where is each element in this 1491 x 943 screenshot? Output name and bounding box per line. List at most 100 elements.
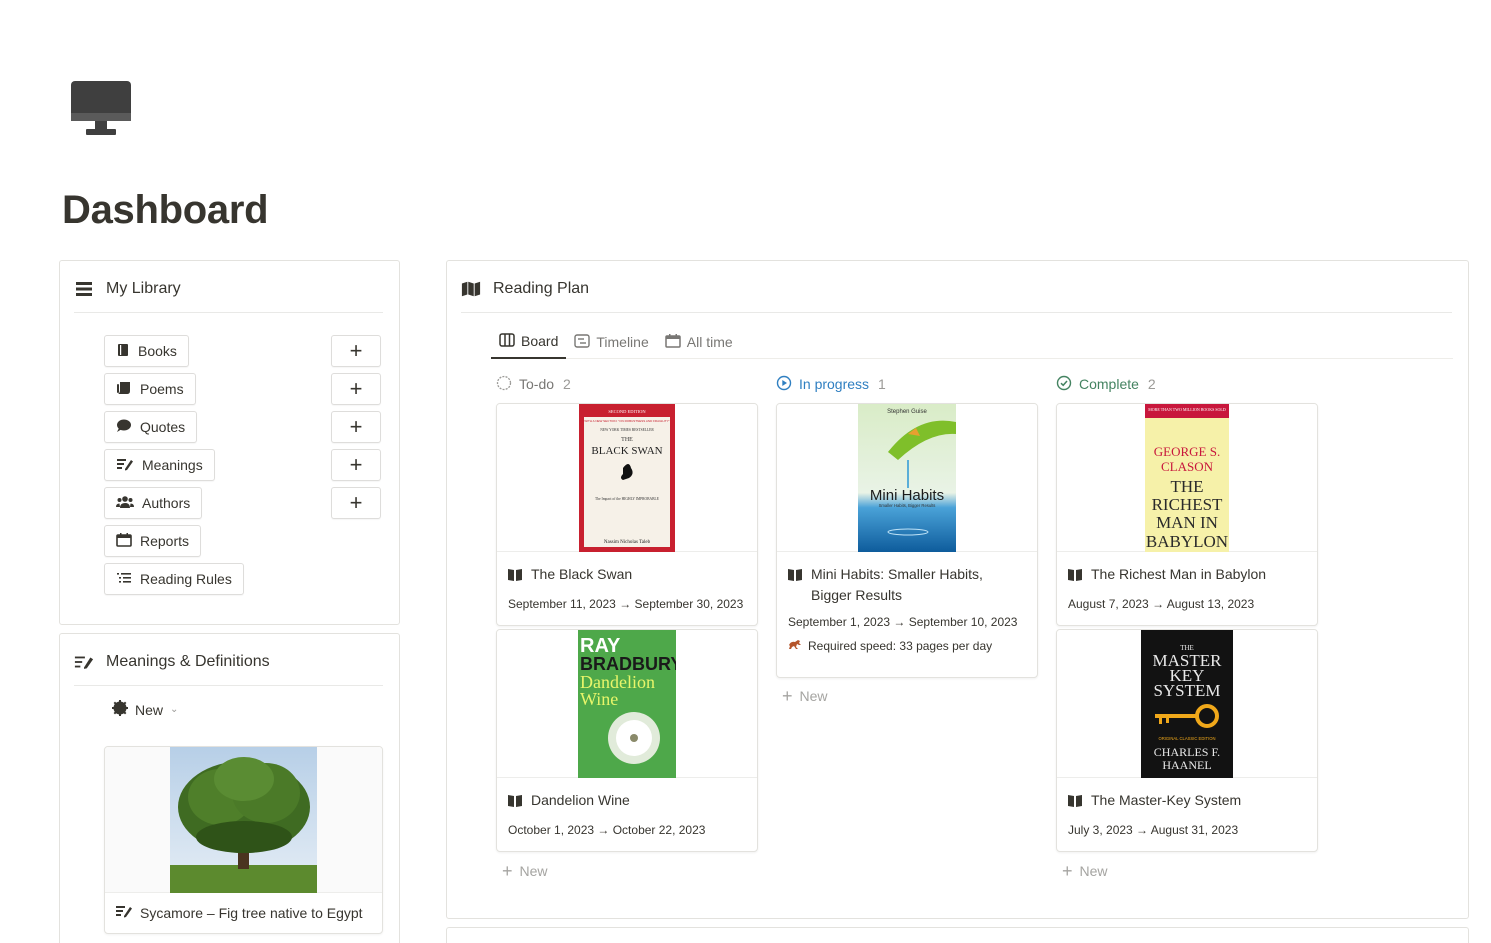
add-poem-button[interactable]: +: [331, 373, 381, 405]
speech-bubble-icon: [116, 419, 132, 436]
timeline-icon: [574, 333, 591, 351]
book-cover: THE MASTER KEY SYSTEM ORIGINAL CLASSIC E…: [1057, 630, 1317, 778]
svg-text:HAANEL: HAANEL: [1162, 758, 1211, 772]
my-library-panel: My Library Books + Poems + Quotes + Mean…: [59, 260, 400, 625]
svg-text:GEORGE S.: GEORGE S.: [1154, 444, 1220, 459]
svg-text:BLACK SWAN: BLACK SWAN: [591, 445, 662, 457]
library-row-poems: Poems: [104, 373, 196, 405]
svg-text:MORE THAN TWO MILLION BOOKS SO: MORE THAN TWO MILLION BOOKS SOLD: [1148, 407, 1226, 412]
calendar-icon: [116, 532, 132, 550]
book-card[interactable]: RAY BRADBURY Dandelion Wine Dandelion Wi…: [496, 629, 758, 852]
book-cover: MORE THAN TWO MILLION BOOKS SOLD GEORGE …: [1057, 404, 1317, 552]
circle-status-icon: [496, 375, 512, 394]
column-todo: To-do 2 SECOND EDITION WITH A NEW SECTIO…: [496, 373, 758, 880]
svg-text:Stephen Guise: Stephen Guise: [887, 409, 927, 415]
book-card-dates: October 1, 2023 → October 22, 2023: [508, 823, 706, 837]
add-quote-button[interactable]: +: [331, 411, 381, 443]
reading-rules-button[interactable]: Reading Rules: [104, 563, 244, 595]
plan-title[interactable]: Reading Plan: [493, 280, 589, 298]
add-new-card-button[interactable]: + New: [782, 686, 828, 706]
svg-text:Wine: Wine: [580, 689, 618, 709]
books-button[interactable]: Books: [104, 335, 189, 367]
column-complete: Complete 2 MORE THAN TWO MILLION BOOKS S…: [1056, 373, 1318, 880]
book-cover: RAY BRADBURY Dandelion Wine: [497, 630, 757, 778]
edit-list-icon: [74, 652, 94, 672]
column-in-progress: In progress 1 Stephen Guise Mini Habits …: [776, 373, 1038, 705]
book-icon: [116, 343, 130, 360]
meanings-header: Meanings & Definitions: [74, 638, 383, 686]
poems-button[interactable]: Poems: [104, 373, 196, 405]
chevron-down-icon: ⌄: [170, 704, 179, 715]
book-card[interactable]: THE MASTER KEY SYSTEM ORIGINAL CLASSIC E…: [1056, 629, 1318, 852]
tab-timeline[interactable]: Timeline: [566, 325, 656, 359]
open-book-icon: [507, 793, 523, 814]
book-card-title: The Black Swan: [497, 552, 757, 588]
book-card-dates: July 3, 2023 → August 31, 2023: [1068, 823, 1239, 837]
svg-text:NEW YORK TIMES BESTSELLER: NEW YORK TIMES BESTSELLER: [600, 428, 654, 432]
book-card-dates: August 7, 2023 → August 13, 2023: [1068, 597, 1255, 611]
quotes-button[interactable]: Quotes: [104, 411, 198, 443]
svg-text:SECOND EDITION: SECOND EDITION: [608, 409, 646, 414]
meanings-title[interactable]: Meanings & Definitions: [106, 653, 270, 671]
add-new-card-button[interactable]: + New: [1062, 861, 1108, 881]
svg-text:ORIGINAL CLASSIC EDITION: ORIGINAL CLASSIC EDITION: [1158, 736, 1215, 741]
meaning-card[interactable]: Sycamore – Fig tree native to Egypt: [104, 746, 383, 934]
svg-text:RICHEST: RICHEST: [1152, 495, 1223, 514]
svg-text:Smaller Habits, Bigger Results: Smaller Habits, Bigger Results: [879, 503, 936, 508]
reports-button[interactable]: Reports: [104, 525, 202, 557]
meanings-button[interactable]: Meanings: [104, 449, 215, 481]
svg-text:Nassim Nicholas Taleb: Nassim Nicholas Taleb: [604, 540, 651, 545]
open-book-icon: [1067, 567, 1083, 588]
add-meaning-button[interactable]: +: [331, 449, 381, 481]
svg-text:THE: THE: [1170, 477, 1203, 496]
calendar-icon: [665, 333, 681, 351]
play-circle-icon: [776, 375, 792, 394]
open-book-icon: [787, 567, 803, 588]
tab-board[interactable]: Board: [491, 325, 567, 359]
add-new-card-button[interactable]: + New: [502, 861, 548, 881]
meaning-card-title: Sycamore – Fig tree native to Egypt: [105, 893, 382, 932]
svg-text:BRADBURY: BRADBURY: [580, 654, 676, 674]
book-card[interactable]: Stephen Guise Mini Habits Smaller Habits…: [776, 403, 1038, 678]
tab-all-time[interactable]: All time: [657, 325, 741, 359]
meanings-panel: Meanings & Definitions New ⌄ Sycamore – …: [59, 633, 400, 943]
starburst-icon: [112, 700, 128, 719]
book-card-dates: September 1, 2023 → September 10, 2023: [788, 615, 1018, 629]
authors-button[interactable]: Authors: [104, 487, 203, 519]
checklist-icon: [116, 571, 132, 588]
view-selector[interactable]: New ⌄: [112, 700, 178, 719]
book-card-title: The Richest Man in Babylon: [1057, 552, 1317, 588]
svg-text:SYSTEM: SYSTEM: [1153, 681, 1220, 700]
book-card-title: The Master-Key System: [1057, 778, 1317, 814]
book-cover: SECOND EDITION WITH A NEW SECTION: "ON R…: [497, 404, 757, 552]
list-icon: [74, 279, 94, 299]
plus-icon: +: [502, 861, 513, 881]
book-card-title: Dandelion Wine: [497, 778, 757, 814]
plan-header: Reading Plan: [461, 265, 1452, 313]
scroll-icon: [116, 381, 132, 398]
plus-icon: +: [1062, 861, 1073, 881]
svg-text:Mini Habits: Mini Habits: [870, 487, 944, 504]
library-title[interactable]: My Library: [106, 280, 181, 298]
add-author-button[interactable]: +: [331, 487, 381, 519]
svg-text:CHARLES F.: CHARLES F.: [1154, 745, 1220, 759]
add-book-button[interactable]: +: [331, 335, 381, 367]
view-tabs: Board Timeline All time: [491, 325, 1453, 359]
library-row-reading-rules: Reading Rules: [104, 563, 244, 595]
open-map-icon: [461, 279, 481, 299]
book-card[interactable]: MORE THAN TWO MILLION BOOKS SOLD GEORGE …: [1056, 403, 1318, 626]
required-speed: Required speed: 33 pages per day: [777, 629, 1037, 653]
edit-list-icon: [115, 904, 133, 921]
book-card[interactable]: SECOND EDITION WITH A NEW SECTION: "ON R…: [496, 403, 758, 626]
svg-text:MAN IN: MAN IN: [1156, 513, 1218, 532]
library-header: My Library: [74, 265, 383, 313]
plus-icon: +: [782, 686, 793, 706]
library-row-meanings: Meanings: [104, 449, 215, 481]
open-book-icon: [507, 567, 523, 588]
book-card-title: Mini Habits: Smaller Habits, Bigger Resu…: [777, 552, 1037, 606]
library-row-quotes: Quotes: [104, 411, 198, 443]
book-card-dates: September 11, 2023 → September 30, 2023: [508, 597, 744, 611]
next-panel: [446, 927, 1469, 943]
svg-text:The Impact of the HIGHLY IMPRO: The Impact of the HIGHLY IMPROBABLE: [595, 497, 660, 501]
svg-text:BABYLON: BABYLON: [1146, 532, 1228, 551]
